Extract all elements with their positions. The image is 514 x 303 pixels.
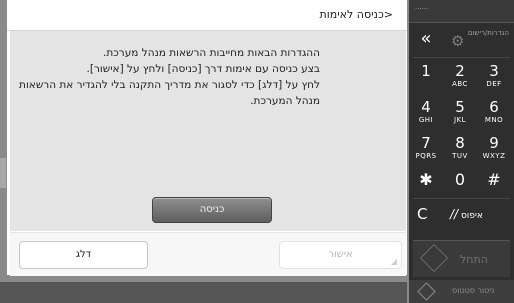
key-asterisk[interactable]: ✱ bbox=[411, 164, 441, 196]
start-diamond-icon bbox=[419, 243, 449, 273]
key-4[interactable]: 4 GHI bbox=[411, 94, 441, 126]
key-0[interactable]: 0 bbox=[445, 164, 475, 196]
key-1[interactable]: 1 bbox=[411, 58, 441, 90]
key-5[interactable]: 5 JKL bbox=[445, 94, 475, 126]
left-edge-tab bbox=[0, 158, 6, 188]
separator bbox=[413, 198, 510, 199]
key-9[interactable]: 9 WXYZ bbox=[479, 130, 509, 162]
clear-key[interactable]: C bbox=[417, 205, 427, 223]
keypad-top-bar: ...... bbox=[409, 0, 514, 23]
key-6[interactable]: 6 MNO bbox=[479, 94, 509, 126]
message-line: לחץ על [דלג] כדי לסגור את מדריך התקנה בל… bbox=[19, 79, 320, 91]
dialog-title-bar: <כניסה לאימות bbox=[7, 0, 407, 31]
message-line: בצע כניסה עם אימות דרך [כניסה] ולחץ על [… bbox=[86, 63, 320, 75]
keypad-function-row: « ⚙ הגדרות/רישום bbox=[409, 25, 514, 55]
message-line: ההגדרות הבאות מחייבות הרשאות מנהל מערכת. bbox=[103, 47, 320, 59]
settings-registration-button[interactable]: הגדרות/רישום bbox=[468, 29, 509, 38]
status-monitor-label: ניטור סטטוס bbox=[452, 286, 495, 295]
message-area: ההגדרות הבאות מחייבות הרשאות מנהל מערכת.… bbox=[10, 31, 406, 231]
top-indicator: ...... bbox=[415, 3, 429, 11]
ok-button[interactable]: אישור ◢ bbox=[279, 241, 402, 269]
double-chevron-left-icon[interactable]: « bbox=[415, 30, 437, 50]
reset-label: איפוס bbox=[460, 211, 483, 221]
corner-mark-icon: ◢ bbox=[390, 257, 397, 266]
skip-button[interactable]: דלג bbox=[19, 241, 148, 269]
message-line: מנהל המערכת. bbox=[250, 95, 320, 107]
key-7[interactable]: 7 PQRS bbox=[411, 130, 441, 162]
dialog-footer: דלג אישור ◢ bbox=[10, 232, 406, 276]
dialog-title: <כניסה לאימות bbox=[319, 8, 393, 21]
bottom-status-strip bbox=[0, 282, 407, 303]
status-monitor-icon bbox=[417, 282, 436, 301]
key-8[interactable]: 8 TUV bbox=[445, 130, 475, 162]
key-3[interactable]: 3 DEF bbox=[479, 58, 509, 90]
ok-button-label: אישור bbox=[328, 249, 353, 260]
reset-icon: // bbox=[450, 207, 459, 221]
gear-icon[interactable]: ⚙ bbox=[451, 32, 464, 50]
start-label: התחל bbox=[460, 253, 488, 266]
login-button[interactable]: כניסה bbox=[152, 197, 272, 223]
key-2[interactable]: 2 ABC bbox=[445, 58, 475, 90]
message-text: ההגדרות הבאות מחייבות הרשאות מנהל מערכת.… bbox=[19, 45, 320, 109]
key-hash[interactable]: # bbox=[479, 164, 509, 196]
status-monitor-button[interactable]: ניטור סטטוס bbox=[409, 280, 514, 303]
numeric-keypad-panel: ...... « ⚙ הגדרות/רישום 1 2 ABC 3 DEF 4 GHI… bbox=[409, 0, 514, 303]
reset-button[interactable]: איפוס // bbox=[450, 207, 483, 221]
auth-login-dialog: <כניסה לאימות ההגדרות הבאות מחייבות הרשא… bbox=[7, 0, 407, 276]
start-button[interactable]: התחל bbox=[413, 240, 510, 277]
